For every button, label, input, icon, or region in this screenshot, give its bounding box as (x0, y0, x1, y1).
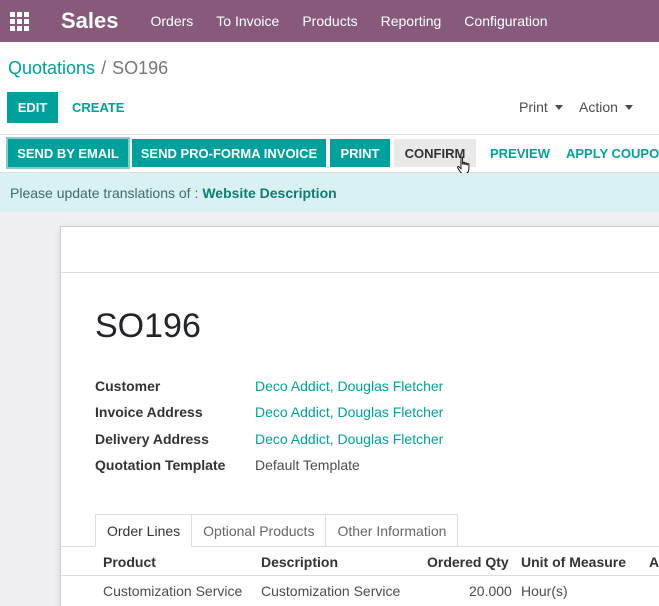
caret-down-icon (624, 104, 633, 110)
column-ordered-qty[interactable]: Ordered Qty (427, 554, 509, 570)
notebook-tabs: Order Lines Optional Products Other Info… (95, 514, 459, 547)
delivery-address-label: Delivery Address (95, 431, 209, 447)
send-by-email-button[interactable]: SEND BY EMAIL (8, 139, 128, 167)
menu-orders[interactable]: Orders (151, 13, 194, 29)
cell-product: Customization Service (103, 583, 243, 599)
preview-button[interactable]: PREVIEW (480, 139, 560, 167)
table-row[interactable]: Customization Service Customization Serv… (61, 577, 659, 606)
translation-alert-text: Please update translations of : (10, 184, 199, 201)
main-menu: Orders To Invoice Products Reporting Con… (151, 13, 571, 29)
tab-order-lines[interactable]: Order Lines (95, 514, 193, 547)
app-name[interactable]: Sales (61, 8, 119, 34)
delivery-address-field[interactable]: Deco Addict, Douglas Fletcher (255, 431, 443, 447)
send-proforma-invoice-button[interactable]: SEND PRO-FORMA INVOICE (132, 139, 326, 167)
action-dropdown[interactable]: Action (579, 99, 633, 115)
apps-menu-icon[interactable] (0, 0, 38, 42)
form-sheet: SO196 Customer Deco Addict, Douglas Flet… (60, 226, 659, 606)
column-truncated[interactable]: A (649, 554, 659, 570)
control-panel: Quotations / SO196 EDIT CREATE Print Actio… (0, 42, 659, 135)
top-navbar: Sales Orders To Invoice Products Reporti… (0, 0, 659, 42)
action-dropdown-label: Action (579, 99, 618, 115)
breadcrumb-quotations-link[interactable]: Quotations (8, 58, 95, 78)
print-dropdown-label: Print (519, 99, 548, 115)
menu-to-invoice[interactable]: To Invoice (216, 13, 279, 29)
tab-optional-products[interactable]: Optional Products (192, 514, 327, 547)
cell-ordered-qty: 20.000 (469, 583, 512, 599)
tab-other-information[interactable]: Other Information (326, 514, 459, 547)
record-name: SO196 (95, 307, 201, 345)
caret-down-icon (554, 104, 563, 110)
statusbar: SEND BY EMAIL SEND PRO-FORMA INVOICE PRI… (0, 135, 659, 173)
sheet-divider (61, 272, 659, 273)
website-description-link[interactable]: Website Description (202, 185, 336, 201)
column-product[interactable]: Product (103, 554, 156, 570)
invoice-address-link[interactable]: Deco Addict, Douglas Fletcher (255, 404, 443, 420)
cell-description: Customization Service (261, 583, 401, 599)
translation-alert: Please update translations of : Website … (0, 173, 659, 212)
breadcrumb: Quotations / SO196 (8, 58, 168, 79)
print-dropdown[interactable]: Print (519, 99, 563, 115)
create-button[interactable]: CREATE (72, 92, 124, 123)
print-button[interactable]: PRINT (330, 139, 390, 167)
quotation-template-value: Default Template (255, 457, 360, 473)
delivery-address-link[interactable]: Deco Addict, Douglas Fletcher (255, 431, 443, 447)
edit-button[interactable]: EDIT (7, 92, 58, 123)
column-description[interactable]: Description (261, 554, 338, 570)
apply-coupon-button[interactable]: APPLY COUPO (566, 139, 659, 167)
breadcrumb-separator: / (101, 58, 107, 78)
menu-products[interactable]: Products (302, 13, 357, 29)
invoice-address-field[interactable]: Deco Addict, Douglas Fletcher (255, 404, 443, 420)
customer-link[interactable]: Deco Addict, Douglas Fletcher (255, 378, 443, 394)
invoice-address-label: Invoice Address (95, 404, 203, 420)
customer-field[interactable]: Deco Addict, Douglas Fletcher (255, 378, 443, 394)
order-lines-header: Product Description Ordered Qty Unit of … (61, 547, 659, 576)
column-unit-of-measure[interactable]: Unit of Measure (521, 554, 626, 570)
breadcrumb-current: SO196 (112, 58, 169, 78)
quotation-template-field[interactable]: Default Template (255, 457, 360, 473)
menu-reporting[interactable]: Reporting (381, 13, 442, 29)
customer-label: Customer (95, 378, 161, 394)
quotation-template-label: Quotation Template (95, 457, 226, 473)
cell-unit-of-measure: Hour(s) (521, 583, 568, 599)
menu-configuration[interactable]: Configuration (464, 13, 547, 29)
